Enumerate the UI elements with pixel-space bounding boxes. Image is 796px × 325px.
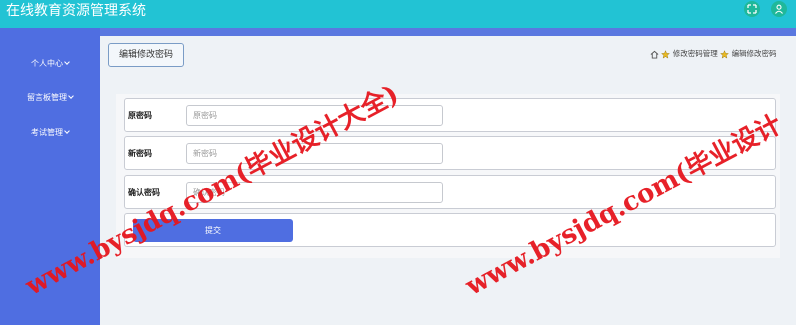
old-password-input[interactable] [186,105,443,126]
old-password-label: 原密码 [128,111,152,120]
password-form: 原密码 新密码 确认密码 提交 [116,94,780,258]
tab-strip [100,28,796,36]
star-icon [720,49,730,59]
sidebar-item-exam-management[interactable]: 考试管理 [0,127,100,138]
breadcrumb-item[interactable]: 修改密码管理 [673,49,718,58]
confirm-password-input[interactable] [186,182,443,203]
main-content: 编辑修改密码 修改密码管理 编辑修改密码 原密码 新密码 确认密码 提交 [100,28,796,325]
sidebar-item-label: 留言板管理 [27,93,67,102]
chevron-down-icon [64,59,70,65]
form-row-confirm-password: 确认密码 [124,175,776,209]
form-row-new-password: 新密码 [124,136,776,170]
new-password-label: 新密码 [128,149,152,158]
breadcrumb: 修改密码管理 编辑修改密码 [650,48,777,60]
sidebar: 个人中心 留言板管理 考试管理 [0,28,100,325]
home-icon [650,50,659,59]
form-row-old-password: 原密码 [124,98,776,132]
chevron-down-icon [68,93,74,99]
sidebar-item-label: 考试管理 [31,128,63,137]
new-password-input[interactable] [186,143,443,164]
submit-button[interactable]: 提交 [133,219,293,242]
star-icon [661,49,671,59]
tab-edit-password[interactable]: 编辑修改密码 [108,43,184,67]
app-title: 在线教育资源管理系统 [6,3,146,19]
sidebar-item-personal-center[interactable]: 个人中心 [0,58,100,69]
user-icon[interactable] [771,1,787,17]
sidebar-item-message-board[interactable]: 留言板管理 [0,92,100,103]
sidebar-item-label: 个人中心 [31,59,63,68]
fullscreen-icon[interactable] [744,1,760,17]
chevron-down-icon [64,128,70,134]
top-header: 在线教育资源管理系统 [0,0,796,28]
breadcrumb-item: 编辑修改密码 [731,49,777,58]
confirm-password-label: 确认密码 [128,188,160,197]
form-row-submit: 提交 [124,213,776,247]
